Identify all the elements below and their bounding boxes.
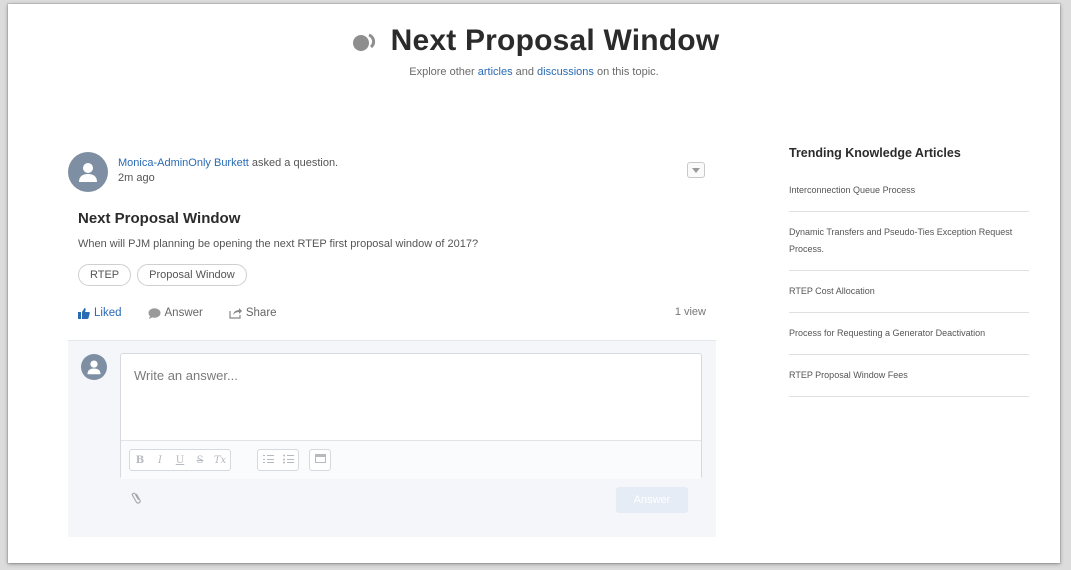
- editor-toolbar: B I U S Tx: [121, 440, 701, 479]
- answer-action-button[interactable]: Answer: [148, 307, 203, 319]
- answer-action-label: Answer: [164, 307, 203, 319]
- italic-button[interactable]: I: [150, 455, 170, 466]
- bold-button[interactable]: B: [130, 455, 150, 466]
- clear-format-button[interactable]: Tx: [210, 455, 230, 466]
- topic-pill[interactable]: Proposal Window: [137, 264, 247, 286]
- like-label: Liked: [94, 307, 122, 319]
- image-button-group: [309, 449, 331, 471]
- underline-button[interactable]: U: [170, 455, 190, 466]
- user-icon: [87, 360, 101, 375]
- trending-articles-panel: Trending Knowledge Articles Interconnect…: [789, 146, 1029, 397]
- trending-article-link[interactable]: RTEP Proposal Window Fees: [789, 355, 1029, 397]
- user-icon: [79, 163, 97, 182]
- topic-list: RTEP Proposal Window: [78, 264, 716, 286]
- question-title: Next Proposal Window: [78, 210, 241, 227]
- page-frame: Next Proposal Window Explore other artic…: [8, 4, 1060, 563]
- subtitle-text: Explore other: [409, 66, 478, 78]
- answer-editor[interactable]: Write an answer... B I U S Tx: [120, 353, 702, 479]
- trending-title: Trending Knowledge Articles: [789, 146, 961, 160]
- chevron-down-icon: [692, 167, 700, 173]
- share-icon: [229, 308, 242, 319]
- question-body: When will PJM planning be opening the ne…: [78, 238, 479, 250]
- question-menu-button[interactable]: [687, 162, 705, 178]
- comment-icon: [148, 307, 160, 319]
- question-actions: Liked Answer Share 1 view: [78, 303, 706, 323]
- share-label: Share: [245, 307, 277, 319]
- bullet-list-button[interactable]: [278, 454, 298, 467]
- share-button[interactable]: Share: [229, 307, 277, 319]
- question-header: Monica-AdminOnly Burkett asked a questio…: [68, 152, 716, 196]
- list-button-group: [257, 449, 299, 471]
- page-header: Next Proposal Window Explore other artic…: [8, 24, 1060, 78]
- question-card: Monica-AdminOnly Burkett asked a questio…: [68, 152, 716, 537]
- trending-article-link[interactable]: Dynamic Transfers and Pseudo-Ties Except…: [789, 212, 1029, 271]
- numbered-list-icon: [262, 454, 274, 463]
- page-subtitle: Explore other articles and discussions o…: [8, 66, 1060, 78]
- answer-input-placeholder[interactable]: Write an answer...: [134, 368, 238, 383]
- discussion-icon: [352, 33, 375, 51]
- like-button[interactable]: Liked: [78, 307, 122, 319]
- answer-panel: Write an answer... B I U S Tx Answer: [68, 340, 716, 537]
- trending-article-link[interactable]: RTEP Cost Allocation: [789, 271, 1029, 313]
- question-meta: Monica-AdminOnly Burkett asked a questio…: [118, 156, 338, 186]
- format-button-group: B I U S Tx: [129, 449, 231, 471]
- bullet-list-icon: [282, 454, 294, 463]
- articles-link[interactable]: articles: [478, 66, 513, 78]
- page-title: Next Proposal Window: [390, 24, 720, 57]
- question-action: asked a question.: [248, 157, 339, 169]
- thumbs-up-icon: [78, 307, 90, 319]
- paperclip-icon: [131, 492, 141, 504]
- timestamp[interactable]: 2m ago: [118, 171, 338, 186]
- submit-answer-button[interactable]: Answer: [616, 487, 688, 513]
- subtitle-text: and: [512, 66, 538, 78]
- strikethrough-button[interactable]: S: [190, 455, 210, 466]
- author-link[interactable]: Monica-AdminOnly Burkett: [118, 157, 249, 169]
- subtitle-text: on this topic.: [593, 66, 659, 78]
- image-icon: [314, 454, 326, 463]
- trending-article-link[interactable]: Process for Requesting a Generator Deact…: [789, 313, 1029, 355]
- insert-image-button[interactable]: [310, 454, 330, 466]
- discussions-link[interactable]: discussions: [537, 66, 594, 78]
- trending-article-link[interactable]: Interconnection Queue Process: [789, 170, 1029, 212]
- topic-pill[interactable]: RTEP: [78, 264, 132, 286]
- view-count: 1 view: [674, 306, 706, 318]
- current-user-avatar: [81, 354, 107, 380]
- attach-file-button[interactable]: [129, 489, 147, 508]
- numbered-list-button[interactable]: [258, 454, 278, 467]
- author-avatar[interactable]: [68, 152, 108, 192]
